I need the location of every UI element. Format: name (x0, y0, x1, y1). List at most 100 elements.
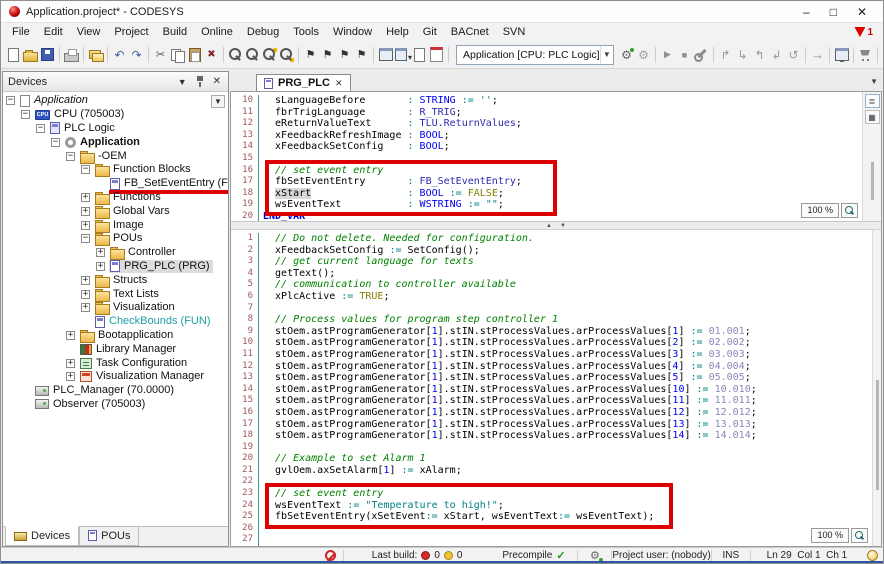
new-file-icon[interactable] (5, 47, 22, 63)
tree-item-visualization-manager[interactable]: +Visualization Manager (3, 370, 228, 384)
expander-minus-icon[interactable]: − (6, 96, 15, 105)
menu-svn[interactable]: SVN (496, 23, 533, 41)
declaration-scrollbar[interactable] (871, 162, 874, 200)
menu-edit[interactable]: Edit (37, 23, 70, 41)
menu-project[interactable]: Project (107, 23, 155, 41)
menu-debug[interactable]: Debug (240, 23, 286, 41)
next-statement-icon[interactable] (809, 47, 826, 63)
expander-plus-icon[interactable]: + (81, 193, 90, 202)
redo-icon[interactable] (128, 47, 145, 63)
menu-git[interactable]: Git (416, 23, 444, 41)
tree-item-plc-manager-70-0000[interactable]: PLC_Manager (70.0000) (3, 384, 228, 398)
copy-icon[interactable] (169, 47, 186, 63)
tree-item-function-blocks[interactable]: −Function Blocks (3, 163, 228, 177)
tree-item-cpu-705003[interactable]: −CPUCPU (705003) (3, 108, 228, 122)
cut-icon[interactable] (152, 47, 169, 63)
menu-file[interactable]: File (5, 23, 37, 41)
expander-plus-icon[interactable]: + (96, 262, 105, 271)
implementation-editor[interactable]: 1 // Do not delete. Needed for configura… (231, 230, 881, 546)
tree-item-task-configuration[interactable]: +Task Configuration (3, 356, 228, 370)
step-over-icon[interactable] (717, 47, 734, 63)
maximize-button[interactable]: □ (830, 6, 837, 18)
menu-view[interactable]: View (70, 23, 108, 41)
grid-dropdown-icon[interactable] (394, 47, 411, 63)
tree-item-pous[interactable]: −POUs (3, 232, 228, 246)
bookmark-previous-icon[interactable] (336, 47, 353, 63)
menu-help[interactable]: Help (379, 23, 416, 41)
tree-item-text-lists[interactable]: +Text Lists (3, 287, 228, 301)
play-icon[interactable] (659, 47, 676, 63)
tree-item-global-vars[interactable]: +Global Vars (3, 204, 228, 218)
implementation-scrollbar[interactable] (872, 230, 881, 546)
tab-list-dropdown-icon[interactable]: ▼ (870, 77, 878, 86)
print-icon[interactable] (63, 47, 80, 63)
active-application-combo[interactable]: Application [CPU: PLC Logic] ▼ (456, 45, 614, 65)
declaration-editor[interactable]: 10 sLanguageBefore : STRING := '';11 fbr… (231, 92, 881, 222)
tree-item-observer-705003[interactable]: Observer (705003) (3, 398, 228, 412)
tab-prg-plc[interactable]: PRG_PLC ✕ (256, 74, 351, 91)
tab-close-icon[interactable]: ✕ (335, 79, 343, 88)
splitter-down-icon[interactable]: ▼ (560, 223, 566, 229)
expander-minus-icon[interactable]: − (81, 234, 90, 243)
menu-bacnet[interactable]: BACnet (444, 23, 496, 41)
paste-icon[interactable] (186, 47, 203, 63)
wrench-icon[interactable] (693, 47, 710, 63)
minimize-button[interactable]: – (803, 6, 810, 18)
splitter-up-icon[interactable]: ▲ (546, 223, 552, 229)
open-file-icon[interactable] (22, 47, 39, 63)
save-file-icon[interactable] (39, 47, 56, 63)
expander-minus-icon[interactable]: − (66, 152, 75, 161)
tree-item-structs[interactable]: +Structs (3, 273, 228, 287)
application-dropdown[interactable]: ▼ (211, 95, 225, 108)
replace-in-project-icon[interactable] (278, 47, 295, 63)
expander-plus-icon[interactable]: + (96, 248, 105, 257)
close-button[interactable]: ✕ (857, 6, 867, 18)
expander-minus-icon[interactable]: − (21, 110, 30, 119)
tree-item-controller[interactable]: +Controller (3, 246, 228, 260)
expander-plus-icon[interactable]: + (66, 331, 75, 340)
copy-project-icon[interactable] (87, 47, 104, 63)
tree-item-library-manager[interactable]: Library Manager (3, 342, 228, 356)
menu-window[interactable]: Window (326, 23, 379, 41)
panel-close-icon[interactable]: ✕ (213, 76, 221, 87)
textual-view-button[interactable]: ≣ (865, 94, 880, 108)
find-next-icon[interactable] (244, 47, 261, 63)
reset-icon[interactable] (785, 47, 802, 63)
notification-flag-icon[interactable] (854, 27, 865, 37)
tab-devices[interactable]: Devices (5, 526, 79, 546)
monitor-icon[interactable] (833, 47, 850, 63)
step-into-icon[interactable] (734, 47, 751, 63)
tree-item-application[interactable]: −Application (3, 135, 228, 149)
expander-minus-icon[interactable]: − (51, 138, 60, 147)
pin-icon[interactable] (196, 76, 204, 87)
expander-plus-icon[interactable]: + (81, 207, 90, 216)
cart-icon[interactable] (857, 47, 874, 63)
tab-pous[interactable]: POUs (79, 526, 139, 546)
bookmark-next-icon[interactable] (319, 47, 336, 63)
step-out-icon[interactable] (751, 47, 768, 63)
tree-item-oem[interactable]: −-OEM (3, 149, 228, 163)
menu-tools[interactable]: Tools (286, 23, 326, 41)
calendar-icon[interactable] (428, 47, 445, 63)
bookmark-toggle-icon[interactable] (302, 47, 319, 63)
tree-item-prg-plc-prg[interactable]: +PRG_PLC (PRG) (3, 260, 228, 274)
step-single-icon[interactable] (768, 47, 785, 63)
notification-count[interactable]: 1 (867, 27, 873, 38)
undo-icon[interactable] (111, 47, 128, 63)
tree-item-application[interactable]: −Application (3, 94, 228, 108)
tree-item-bootapplication[interactable]: +Bootapplication (3, 329, 228, 343)
expander-plus-icon[interactable]: + (66, 359, 75, 368)
panel-dropdown-icon[interactable]: ▼ (178, 77, 187, 87)
stop-icon[interactable] (676, 47, 693, 63)
gear-gray-icon[interactable] (635, 47, 652, 63)
menu-build[interactable]: Build (156, 23, 194, 41)
scrollbar-thumb[interactable] (876, 380, 879, 490)
find-in-project-icon[interactable] (261, 47, 278, 63)
editor-splitter[interactable]: ▲ ▼ (231, 222, 881, 230)
menu-online[interactable]: Online (194, 23, 240, 41)
expander-plus-icon[interactable]: + (81, 290, 90, 299)
expander-plus-icon[interactable]: + (81, 303, 90, 312)
tree-item-checkbounds-fun[interactable]: CheckBounds (FUN) (3, 315, 228, 329)
declaration-zoom-button[interactable] (841, 203, 858, 218)
expander-plus-icon[interactable]: + (66, 372, 75, 381)
